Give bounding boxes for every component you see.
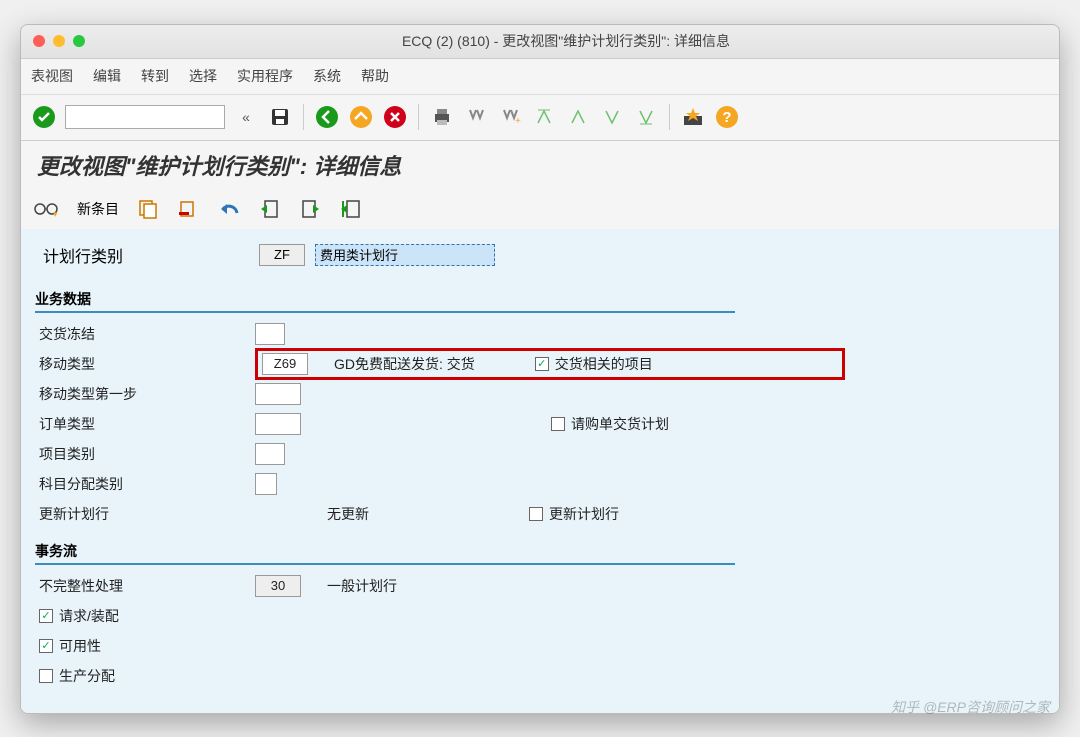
order-type-input[interactable] bbox=[255, 413, 301, 435]
menu-item[interactable]: 表视图 bbox=[31, 66, 73, 86]
watermark: 知乎 @ERP咨询顾问之家 bbox=[891, 697, 1050, 717]
next-page-icon[interactable] bbox=[599, 104, 625, 130]
movement-type-code[interactable]: Z69 bbox=[262, 353, 308, 375]
delivery-block-input[interactable] bbox=[255, 323, 285, 345]
movement-type-step1-input[interactable] bbox=[255, 383, 301, 405]
incompleteness-code[interactable]: 30 bbox=[255, 575, 301, 597]
order-type-label: 订单类型 bbox=[35, 414, 255, 434]
item-category-input[interactable] bbox=[255, 443, 285, 465]
prod-alloc-label: 生产分配 bbox=[59, 666, 115, 686]
find-next-icon[interactable]: + bbox=[497, 104, 523, 130]
dropdown-icon[interactable]: « bbox=[233, 104, 259, 130]
movement-type-label: 移动类型 bbox=[35, 354, 255, 374]
command-input[interactable] bbox=[65, 105, 225, 129]
svg-text:+: + bbox=[515, 116, 521, 127]
menu-item[interactable]: 转到 bbox=[141, 66, 169, 86]
plan-line-category-input[interactable] bbox=[315, 244, 495, 266]
window-title: ECQ (2) (810) - 更改视图"维护计划行类别": 详细信息 bbox=[85, 31, 1047, 51]
delivery-related-checkbox[interactable] bbox=[535, 357, 549, 371]
delete-icon[interactable] bbox=[177, 198, 199, 220]
sub-toolbar: ▾ 新条目 bbox=[21, 189, 1059, 229]
req-assembly-checkbox[interactable] bbox=[39, 609, 53, 623]
app-window: ECQ (2) (810) - 更改视图"维护计划行类别": 详细信息 表视图 … bbox=[20, 24, 1060, 714]
first-page-icon[interactable] bbox=[531, 104, 557, 130]
delivery-related-label: 交货相关的项目 bbox=[555, 354, 653, 374]
purchase-req-label: 请购单交货计划 bbox=[571, 414, 669, 434]
menu-item[interactable]: 选择 bbox=[189, 66, 217, 86]
prod-alloc-checkbox[interactable] bbox=[39, 669, 53, 683]
window-controls bbox=[33, 35, 85, 47]
up-icon[interactable] bbox=[348, 104, 374, 130]
find-icon[interactable] bbox=[463, 104, 489, 130]
menu-item[interactable]: 系统 bbox=[313, 66, 341, 86]
incompleteness-label: 不完整性处理 bbox=[35, 576, 255, 596]
menu-item[interactable]: 编辑 bbox=[93, 66, 121, 86]
movement-type-desc: GD免费配送发货: 交货 bbox=[334, 354, 475, 374]
incompleteness-desc: 一般计划行 bbox=[327, 576, 397, 596]
minimize-icon[interactable] bbox=[53, 35, 65, 47]
header-row: 计划行类别 ZF bbox=[35, 237, 1045, 277]
cancel-icon[interactable] bbox=[382, 104, 408, 130]
other-entry-icon[interactable] bbox=[339, 198, 363, 220]
back-icon[interactable] bbox=[314, 104, 340, 130]
save-icon[interactable] bbox=[267, 104, 293, 130]
new-entry-button[interactable]: 新条目 bbox=[77, 199, 119, 219]
purchase-req-checkbox[interactable] bbox=[551, 417, 565, 431]
svg-text:▾: ▾ bbox=[53, 209, 58, 219]
glasses-icon[interactable]: ▾ bbox=[33, 199, 59, 219]
account-assign-input[interactable] bbox=[255, 473, 277, 495]
business-data-title: 业务数据 bbox=[35, 289, 735, 313]
ok-button[interactable] bbox=[31, 104, 57, 130]
availability-checkbox[interactable] bbox=[39, 639, 53, 653]
plan-line-category-code[interactable]: ZF bbox=[259, 244, 305, 266]
next-entry-icon[interactable] bbox=[299, 198, 321, 220]
movement-type-step1-label: 移动类型第一步 bbox=[35, 384, 255, 404]
menubar: 表视图 编辑 转到 选择 实用程序 系统 帮助 bbox=[21, 59, 1059, 95]
movement-type-highlight: Z69 GD免费配送发货: 交货 交货相关的项目 bbox=[255, 348, 845, 380]
update-schedule-label: 更新计划行 bbox=[35, 504, 255, 524]
prev-page-icon[interactable] bbox=[565, 104, 591, 130]
toolbar: « + bbox=[21, 95, 1059, 141]
update-schedule-checkbox[interactable] bbox=[529, 507, 543, 521]
help-icon[interactable]: ? bbox=[714, 104, 740, 130]
transaction-flow-group: 事务流 不完整性处理 30 一般计划行 请求/装配 可用性 生产分配 bbox=[35, 541, 1045, 691]
menu-item[interactable]: 实用程序 bbox=[237, 66, 293, 86]
item-category-label: 项目类别 bbox=[35, 444, 255, 464]
close-icon[interactable] bbox=[33, 35, 45, 47]
copy-icon[interactable] bbox=[137, 198, 159, 220]
req-assembly-label: 请求/装配 bbox=[59, 606, 119, 626]
availability-label: 可用性 bbox=[59, 636, 101, 656]
prev-entry-icon[interactable] bbox=[259, 198, 281, 220]
update-schedule-checkbox-label: 更新计划行 bbox=[549, 504, 619, 524]
account-assign-label: 科目分配类别 bbox=[35, 474, 255, 494]
page-title: 更改视图"维护计划行类别": 详细信息 bbox=[21, 141, 1059, 189]
transaction-flow-title: 事务流 bbox=[35, 541, 735, 565]
delivery-block-label: 交货冻结 bbox=[35, 324, 255, 344]
content-area: 计划行类别 ZF 业务数据 交货冻结 移动类型 Z69 GD免费配送发货: 交货… bbox=[21, 229, 1059, 713]
titlebar: ECQ (2) (810) - 更改视图"维护计划行类别": 详细信息 bbox=[21, 25, 1059, 59]
last-page-icon[interactable] bbox=[633, 104, 659, 130]
svg-text:?: ? bbox=[722, 109, 731, 126]
print-icon[interactable] bbox=[429, 104, 455, 130]
business-data-group: 业务数据 交货冻结 移动类型 Z69 GD免费配送发货: 交货 交货相关的项目 … bbox=[35, 289, 1045, 529]
favorite-icon[interactable] bbox=[680, 104, 706, 130]
undo-icon[interactable] bbox=[217, 199, 241, 219]
update-schedule-desc: 无更新 bbox=[327, 504, 369, 524]
menu-item[interactable]: 帮助 bbox=[361, 66, 389, 86]
maximize-icon[interactable] bbox=[73, 35, 85, 47]
plan-line-category-label: 计划行类别 bbox=[39, 243, 259, 267]
